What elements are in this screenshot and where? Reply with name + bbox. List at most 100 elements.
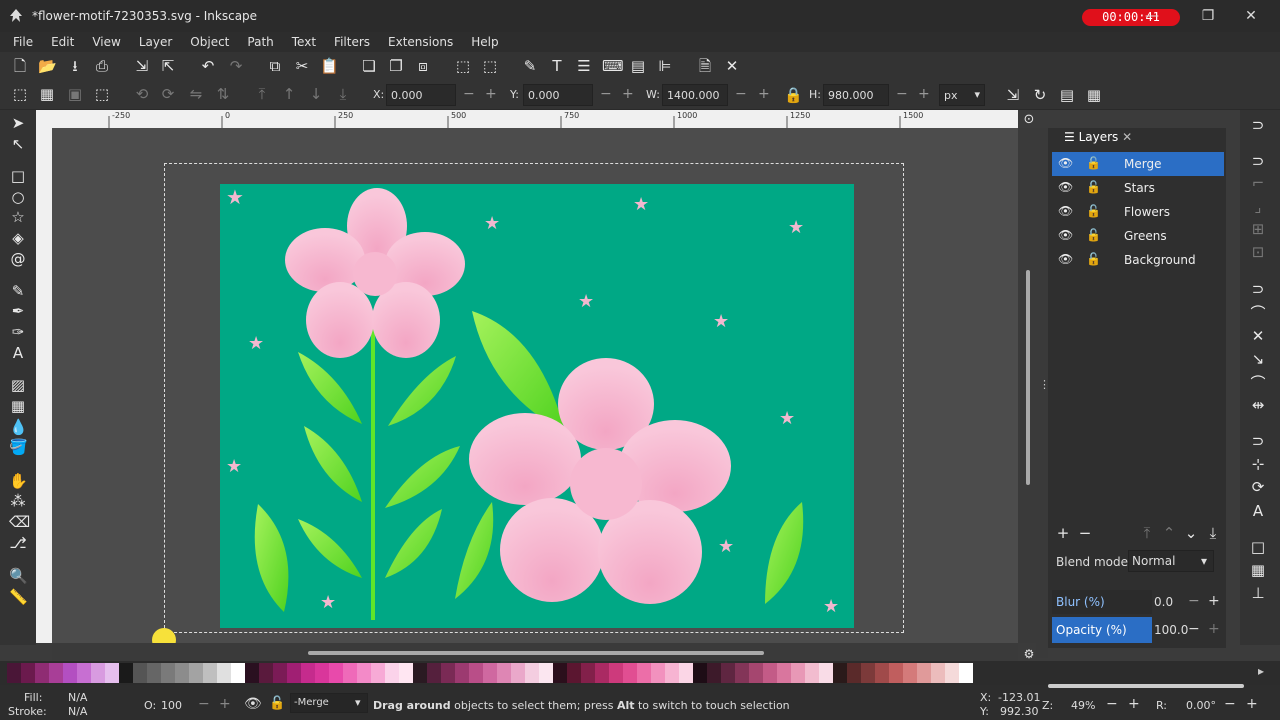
horizontal-scroll-thumb[interactable] — [308, 651, 764, 655]
lower-layer-icon[interactable]: ⌄ — [1182, 524, 1200, 542]
spray-tool-icon[interactable]: ⁂ — [9, 492, 27, 510]
x-field[interactable]: 0.000 — [386, 84, 456, 106]
cut-icon[interactable]: ✂ — [293, 57, 311, 75]
save-icon[interactable]: ⭳ — [66, 57, 84, 75]
lower-layer-bottom-icon[interactable]: ⤓ — [1204, 524, 1222, 542]
unlock-icon[interactable]: 🔓 — [1086, 156, 1101, 170]
select-all-layers-icon[interactable]: ▦ — [38, 85, 56, 103]
deselect-icon[interactable]: ▣ — [66, 85, 84, 103]
raise-to-top-icon[interactable]: ⤒ — [253, 85, 271, 103]
unlink-clone-icon[interactable]: ⧈ — [414, 57, 432, 75]
ellipse-tool-icon[interactable]: ○ — [9, 188, 27, 206]
unlock-icon[interactable]: 🔓 — [1086, 204, 1101, 218]
palette-swatch[interactable] — [371, 663, 385, 683]
blur-increment-button[interactable]: + — [1208, 593, 1220, 609]
rectangle-tool-icon[interactable]: □ — [9, 167, 27, 185]
palette-swatch[interactable] — [105, 663, 119, 683]
eye-icon[interactable]: 👁 — [1058, 204, 1074, 218]
snap-smooth-icon[interactable]: ⌒ — [1249, 374, 1267, 392]
palette-swatch[interactable] — [217, 663, 231, 683]
pencil-tool-icon[interactable]: ✎ — [9, 282, 27, 300]
unlock-icon[interactable]: 🔓 — [1086, 228, 1101, 242]
menu-path[interactable]: Path — [242, 35, 281, 49]
new-document-icon[interactable]: 🗋 — [11, 57, 29, 75]
align-distribute-icon[interactable]: ⊫ — [656, 57, 674, 75]
tab-layers[interactable]: ☰ Layers ✕ — [1064, 130, 1132, 148]
palette-swatch[interactable] — [161, 663, 175, 683]
snap-bbox-edges-icon[interactable]: ⌐ — [1249, 174, 1267, 192]
zoom-in-icon[interactable]: + — [1128, 696, 1140, 712]
palette-swatch[interactable] — [301, 663, 315, 683]
ungroup-icon[interactable]: ⬚ — [481, 57, 499, 75]
dropper-tool-icon[interactable]: 💧 — [9, 418, 28, 436]
vertical-scroll-thumb[interactable] — [1026, 270, 1030, 485]
opacity-decrement-icon[interactable]: − — [198, 696, 210, 712]
palette-swatch[interactable] — [931, 663, 945, 683]
y-increment-button[interactable]: + — [622, 86, 634, 102]
add-layer-icon[interactable]: + — [1054, 524, 1072, 542]
palette-swatch[interactable] — [413, 663, 427, 683]
h-field[interactable]: 980.000 — [823, 84, 889, 106]
palette-swatch[interactable] — [343, 663, 357, 683]
gradient-tool-icon[interactable]: ▨ — [9, 376, 27, 394]
minimize-icon[interactable]: — — [1138, 6, 1166, 26]
h-increment-button[interactable]: + — [918, 86, 930, 102]
copy-icon[interactable]: ⧉ — [266, 57, 284, 75]
snap-text-baseline-icon[interactable]: A — [1249, 502, 1267, 520]
flip-vertical-icon[interactable]: ⇅ — [214, 85, 232, 103]
opacity-value[interactable]: 100.0 — [1154, 623, 1188, 637]
eye-icon[interactable]: 👁 — [1058, 228, 1074, 242]
raise-layer-top-icon[interactable]: ⤒ — [1138, 524, 1156, 542]
snap-toggle-icon[interactable]: ⊃ — [1249, 116, 1267, 134]
select-all-icon[interactable]: ⬚ — [11, 85, 29, 103]
pen-tool-icon[interactable]: ✒ — [9, 302, 27, 320]
clone-icon[interactable]: ❐ — [387, 57, 405, 75]
star-tool-icon[interactable]: ☆ — [9, 208, 27, 226]
palette-swatch[interactable] — [245, 663, 259, 683]
layer-lock-icon[interactable]: 🔓 — [269, 696, 285, 711]
connector-tool-icon[interactable]: ⎇ — [9, 534, 27, 552]
opacity-increment-icon[interactable]: + — [219, 696, 231, 712]
zoom-correction-icon[interactable]: ⊙ — [1020, 111, 1038, 129]
unlock-icon[interactable]: 🔓 — [1086, 180, 1101, 194]
rotate-value[interactable]: 0.00° — [1186, 699, 1216, 712]
palette-swatch[interactable] — [203, 663, 217, 683]
palette-swatch[interactable] — [665, 663, 679, 683]
close-tab-icon[interactable]: ✕ — [1122, 130, 1132, 144]
spiral-tool-icon[interactable]: @ — [9, 250, 27, 268]
remove-layer-icon[interactable]: − — [1076, 524, 1094, 542]
fill-stroke-icon[interactable]: ✎ — [521, 57, 539, 75]
palette-swatch[interactable] — [819, 663, 833, 683]
fill-value[interactable]: N/A — [68, 691, 87, 704]
palette-swatch[interactable] — [833, 663, 847, 683]
snap-others-icon[interactable]: ⊃ — [1249, 432, 1267, 450]
close-icon[interactable]: ✕ — [1237, 6, 1265, 26]
snap-paths-icon[interactable]: ⌒ — [1249, 304, 1267, 322]
snap-bbox-corners-icon[interactable]: ⌟ — [1249, 198, 1267, 216]
flower-artwork[interactable]: ★ ★ ★ ★ ★ ★ ★ ★ ★ ★ ★ ★ — [220, 184, 854, 628]
restore-icon[interactable]: ❐ — [1194, 6, 1222, 26]
palette-swatch[interactable] — [679, 663, 693, 683]
lower-to-bottom-icon[interactable]: ⤓ — [334, 85, 352, 103]
palette-swatch[interactable] — [567, 663, 581, 683]
palette-swatch[interactable] — [749, 663, 763, 683]
w-increment-button[interactable]: + — [758, 86, 770, 102]
eye-icon[interactable]: 👁 — [1058, 252, 1074, 266]
palette-swatch[interactable] — [91, 663, 105, 683]
palette-swatch[interactable] — [35, 663, 49, 683]
palette-swatch[interactable] — [693, 663, 707, 683]
redo-icon[interactable]: ↷ — [227, 57, 245, 75]
mesh-tool-icon[interactable]: ▦ — [9, 397, 27, 415]
palette-swatch[interactable] — [273, 663, 287, 683]
palette-swatch[interactable] — [259, 663, 273, 683]
snap-bbox-centers-icon[interactable]: ⊡ — [1249, 243, 1267, 261]
raise-layer-icon[interactable]: ⌃ — [1160, 524, 1178, 542]
preferences-icon[interactable]: ✕ — [723, 57, 741, 75]
w-decrement-button[interactable]: − — [735, 86, 747, 102]
transform-gradients-icon[interactable]: ▤ — [1058, 86, 1076, 104]
palette-swatch[interactable] — [133, 663, 147, 683]
palette-swatch[interactable] — [581, 663, 595, 683]
palette-swatch[interactable] — [441, 663, 455, 683]
palette-swatch[interactable] — [917, 663, 931, 683]
palette-swatch[interactable] — [777, 663, 791, 683]
